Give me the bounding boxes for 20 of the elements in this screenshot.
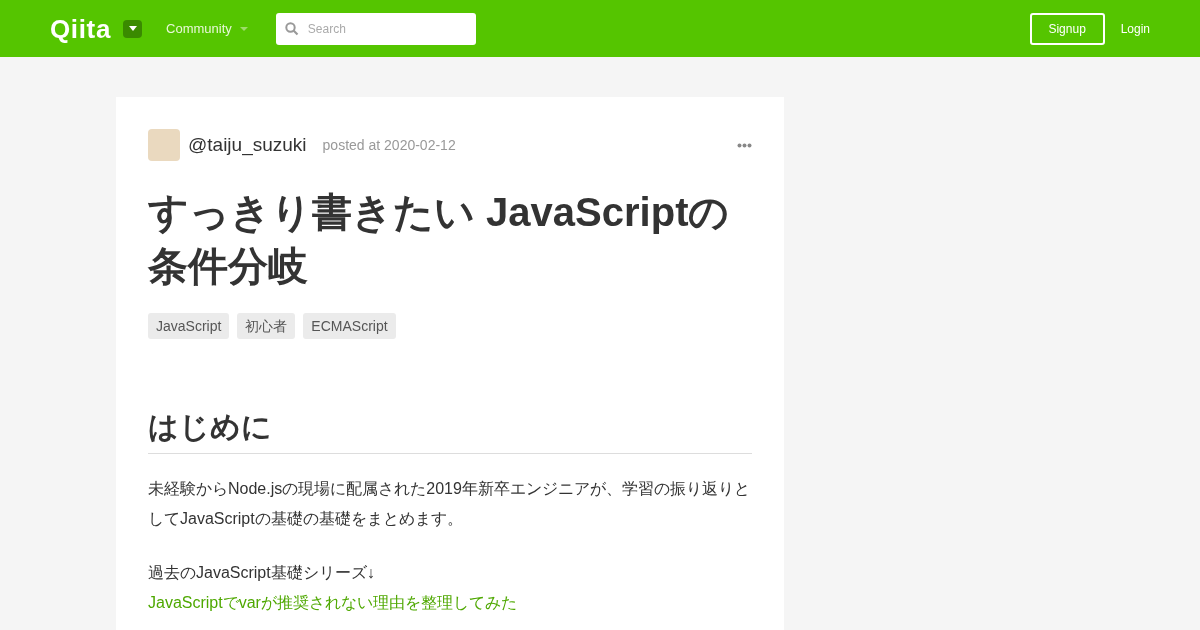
more-icon[interactable] [737,142,752,148]
post-date: posted at 2020-02-12 [322,135,456,155]
caret-icon [128,26,137,31]
section-heading: はじめに [148,405,752,454]
tag[interactable]: JavaScript [148,313,230,339]
community-menu[interactable]: Community [166,18,248,39]
caret-icon [239,26,248,31]
logo[interactable]: Qiita [50,15,112,42]
article-title: すっきり書きたい JavaScriptの条件分岐 [148,189,731,290]
article-link[interactable]: JavaScriptでvarが推奨されない理由を整理してみた [148,588,752,618]
search-icon [284,21,299,36]
tag[interactable]: 初心者 [237,313,296,339]
author-name[interactable]: @taiju_suzuki [188,130,307,160]
tag[interactable]: ECMAScript [303,313,396,339]
series-label: 過去のJavaScript基礎シリーズ↓ [148,563,376,583]
menu-dropdown-button[interactable] [123,19,143,38]
login-link[interactable]: Login [1120,19,1150,38]
search-field[interactable]: Search [275,12,476,45]
paragraph: 未経験からNode.jsの現場に配属された2019年新卒エンジニアが、学習の振り返りとしてJavaScriptの基礎の基礎をまとめます。 [148,479,751,529]
signup-button[interactable]: Signup [1029,12,1105,45]
